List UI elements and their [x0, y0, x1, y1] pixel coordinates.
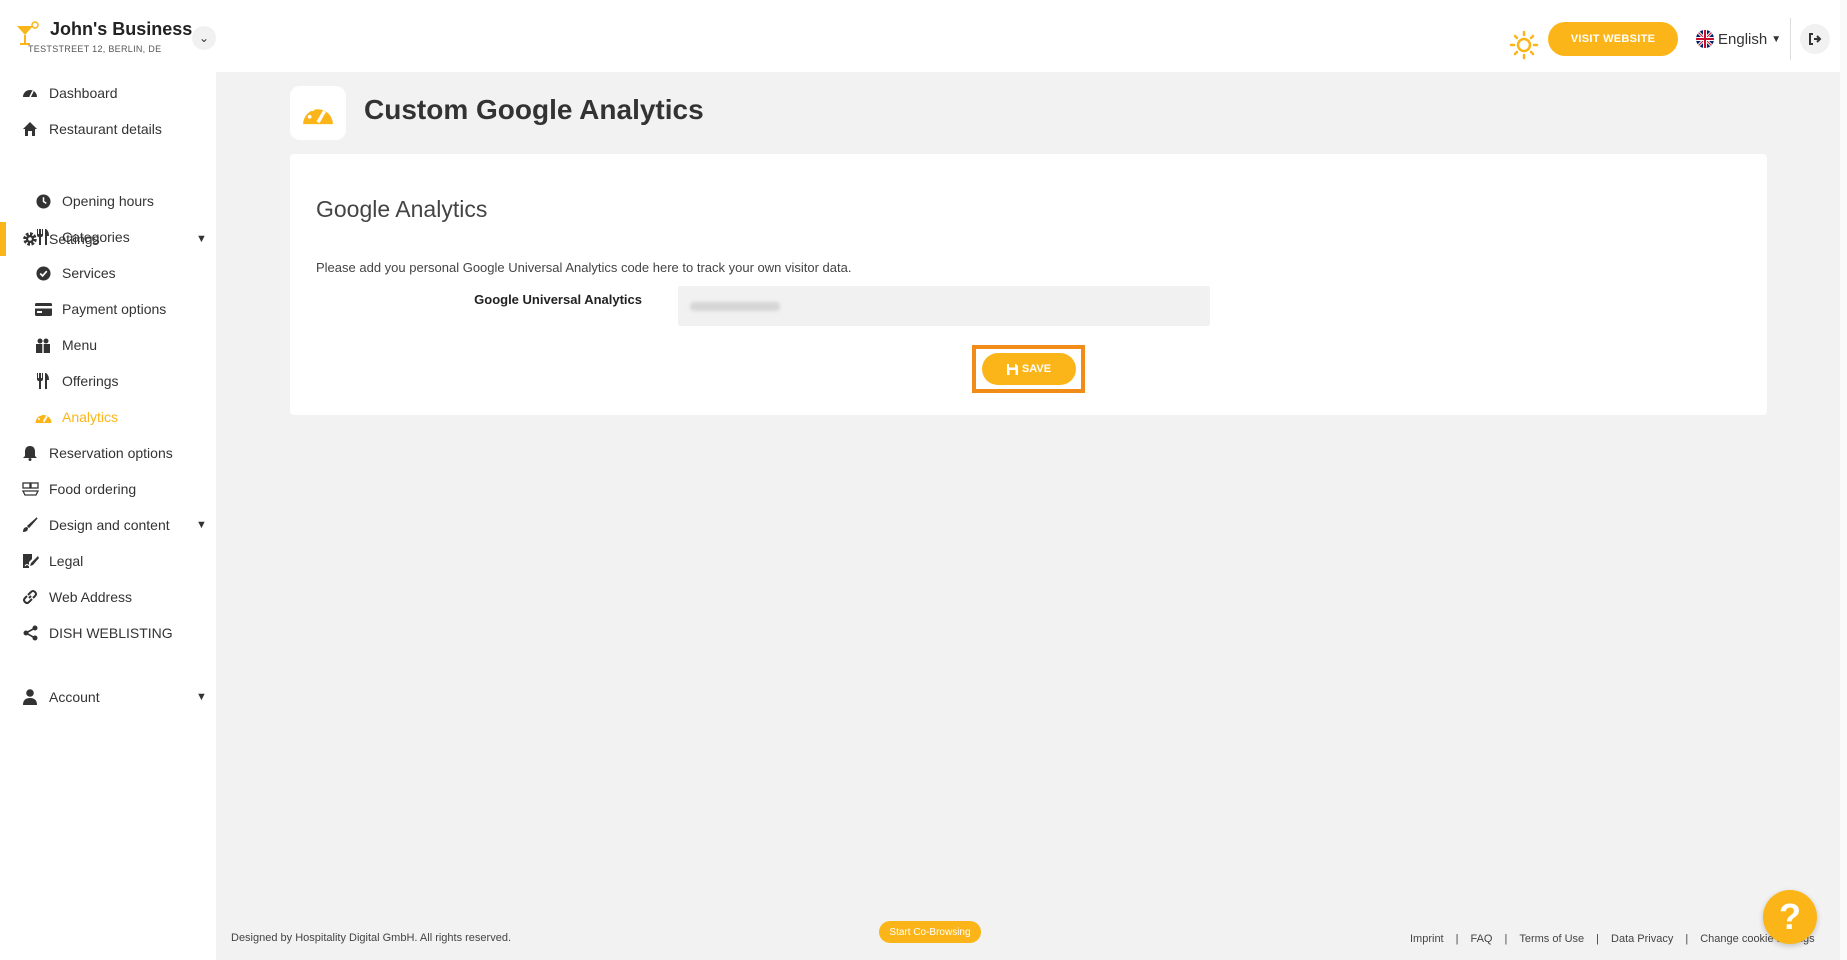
start-co-browsing-button[interactable]: Start Co-Browsing	[879, 921, 981, 943]
card-description: Please add you personal Google Universal…	[316, 260, 852, 275]
link-icon	[21, 588, 39, 606]
save-label: SAVE	[1021, 363, 1052, 375]
sidebar: Dashboard Restaurant details Settings ▼ …	[0, 72, 216, 960]
chevron-down-icon: ▼	[196, 519, 207, 531]
blurred-input-value	[690, 302, 780, 311]
sidebar-item-dashboard[interactable]: Dashboard	[0, 78, 216, 108]
business-address: TESTSTREET 12, BERLIN, DE	[28, 44, 162, 54]
chevron-down-icon: ▼	[1771, 33, 1782, 45]
credit-card-icon	[34, 300, 52, 318]
floppy-disk-icon	[1006, 363, 1018, 375]
card-title: Google Analytics	[316, 196, 488, 222]
sidebar-item-label: Restaurant details	[49, 121, 162, 137]
brush-icon	[21, 516, 39, 534]
footer-link-privacy[interactable]: Data Privacy	[1611, 933, 1673, 945]
header-divider	[1790, 18, 1791, 60]
brand: John's Business TESTSTREET 12, BERLIN, D…	[14, 18, 192, 54]
menu-book-icon	[34, 336, 52, 354]
bell-icon	[21, 444, 39, 462]
sidebar-item-label: Analytics	[62, 409, 119, 425]
sidebar-item-menu[interactable]: Menu	[0, 330, 216, 360]
home-icon	[21, 120, 39, 138]
sidebar-item-design-and-content[interactable]: Design and content ▼	[0, 510, 216, 540]
sidebar-item-legal[interactable]: Legal	[0, 546, 216, 576]
logout-icon	[1809, 33, 1822, 45]
sidebar-item-label: Offerings	[62, 373, 119, 389]
sidebar-item-reservation-options[interactable]: Reservation options	[0, 438, 216, 468]
check-circle-icon	[34, 264, 52, 282]
logout-button[interactable]	[1800, 24, 1830, 54]
share-icon	[21, 624, 39, 642]
footer-links: Imprint | FAQ | Terms of Use | Data Priv…	[1410, 933, 1815, 945]
sidebar-item-offerings[interactable]: Offerings	[0, 366, 216, 396]
page-title: Custom Google Analytics	[364, 94, 704, 125]
sidebar-item-label: Account	[49, 689, 100, 705]
footer-link-faq[interactable]: FAQ	[1470, 933, 1492, 945]
sidebar-item-label: Web Address	[49, 589, 133, 605]
gauge-icon	[34, 408, 52, 426]
utensils-icon	[34, 228, 52, 246]
dashboard-icon	[21, 84, 39, 102]
footer-separator: |	[1685, 933, 1689, 945]
sidebar-item-analytics[interactable]: Analytics	[0, 402, 216, 432]
food-ordering-icon	[21, 480, 39, 498]
uk-flag-icon	[1696, 30, 1714, 48]
save-button[interactable]: SAVE	[982, 353, 1076, 385]
sidebar-item-web-address[interactable]: Web Address	[0, 582, 216, 612]
analytics-field-label: Google Universal Analytics	[474, 292, 642, 307]
top-header: John's Business TESTSTREET 12, BERLIN, D…	[0, 0, 1847, 72]
theme-toggle-icon[interactable]	[1484, 26, 1540, 60]
business-switcher-chevron-icon[interactable]: ⌄	[192, 26, 216, 50]
chevron-down-icon: ▼	[196, 691, 207, 703]
sidebar-item-restaurant-details[interactable]: Restaurant details	[0, 114, 216, 144]
page-scrollbar[interactable]	[1840, 0, 1847, 960]
sidebar-item-label: Categories	[62, 229, 130, 245]
business-name: John's Business	[50, 19, 193, 39]
analytics-card: Google Analytics Please add you personal…	[290, 154, 1767, 415]
footer-separator: |	[1596, 933, 1600, 945]
sidebar-item-label: Food ordering	[49, 481, 137, 497]
clock-icon	[34, 192, 52, 210]
language-selector[interactable]: English ▼	[1696, 28, 1781, 50]
sidebar-item-label: Dashboard	[49, 85, 118, 101]
sidebar-item-label: DISH WEBLISTING	[49, 625, 173, 641]
visit-website-button[interactable]: VISIT WEBSITE	[1548, 22, 1678, 56]
sidebar-item-services[interactable]: Services	[0, 258, 216, 288]
footer-link-imprint[interactable]: Imprint	[1410, 933, 1444, 945]
sidebar-item-account[interactable]: Account ▼	[0, 682, 216, 712]
sidebar-item-dish-weblisting[interactable]: DISH WEBLISTING	[0, 618, 216, 648]
language-label: English	[1718, 30, 1768, 48]
sidebar-item-label: Services	[62, 265, 116, 281]
footer-separator: |	[1504, 933, 1508, 945]
footer-separator: |	[1455, 933, 1459, 945]
utensils-icon	[34, 372, 52, 390]
page-icon	[290, 86, 346, 140]
sidebar-item-label: Design and content	[49, 517, 170, 533]
sidebar-item-label: Reservation options	[49, 445, 173, 461]
sidebar-item-categories[interactable]: Categories	[0, 222, 216, 252]
sidebar-item-label: Payment options	[62, 301, 167, 317]
footer-copyright: Designed by Hospitality Digital GmbH. Al…	[231, 932, 512, 944]
footer-link-terms[interactable]: Terms of Use	[1519, 933, 1584, 945]
gauge-icon	[303, 104, 333, 125]
sidebar-item-food-ordering[interactable]: Food ordering	[0, 474, 216, 504]
user-icon	[21, 688, 39, 706]
sidebar-item-payment-options[interactable]: Payment options	[0, 294, 216, 324]
sidebar-item-label: Legal	[49, 553, 84, 569]
help-button[interactable]: ?	[1763, 890, 1817, 944]
sidebar-item-label: Menu	[62, 337, 98, 353]
signature-icon	[21, 552, 39, 570]
sidebar-item-opening-hours[interactable]: Opening hours	[0, 186, 216, 216]
sidebar-item-label: Opening hours	[62, 193, 154, 209]
